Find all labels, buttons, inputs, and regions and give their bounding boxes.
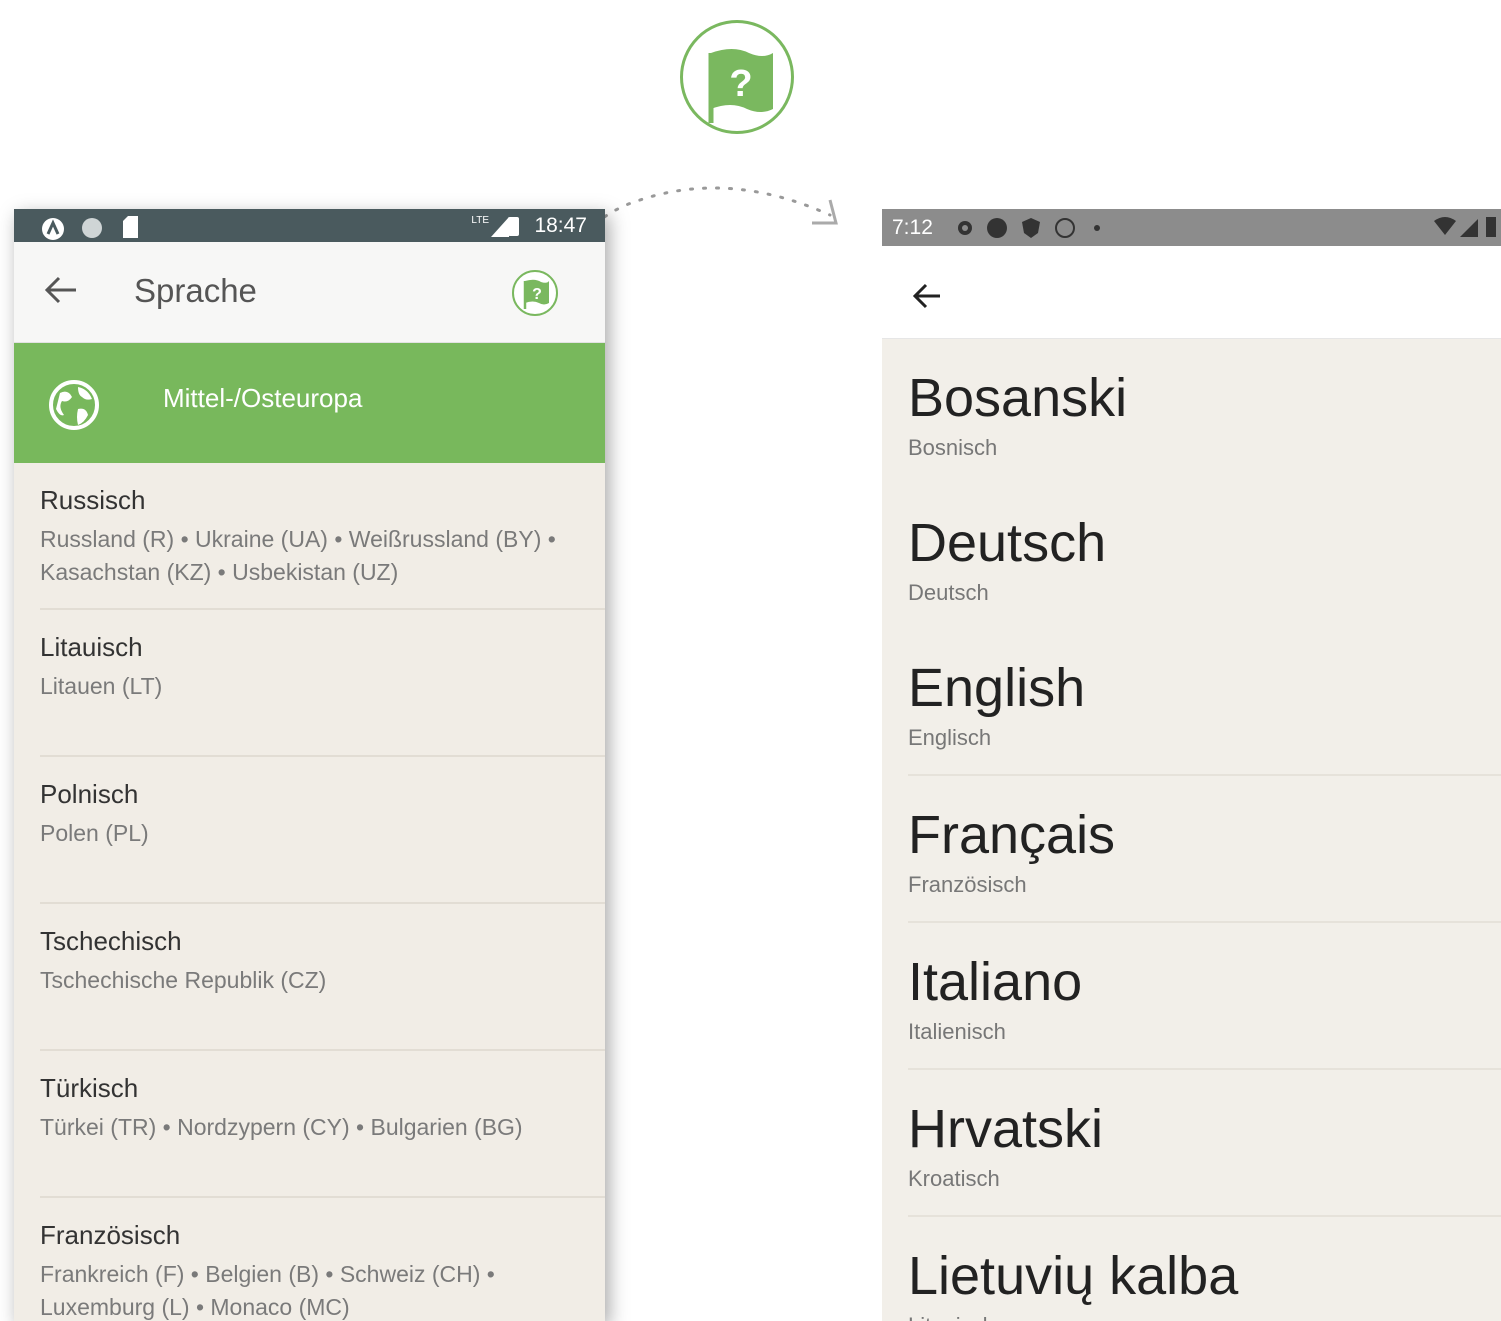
- battery-icon: [508, 217, 519, 236]
- language-item[interactable]: Russisch Russland (R) • Ukraine (UA) • W…: [40, 463, 605, 610]
- language-item[interactable]: Français Französisch: [908, 776, 1501, 923]
- status-bar: LTE 18:47: [14, 209, 605, 242]
- status-time: 18:47: [534, 214, 587, 237]
- language-item[interactable]: Polnisch Polen (PL): [40, 757, 605, 904]
- language-list: Bosanski Bosnisch Deutsch Deutsch Englis…: [882, 339, 1501, 1321]
- language-countries: Litauen (LT): [40, 673, 163, 699]
- language-name: Polnisch: [40, 779, 139, 809]
- language-countries: Polen (PL): [40, 820, 149, 846]
- flag-help-icon[interactable]: ?: [511, 269, 559, 317]
- battery-icon: [1486, 217, 1496, 237]
- shield-icon: [1022, 218, 1040, 238]
- back-arrow-icon[interactable]: [44, 275, 78, 305]
- language-item[interactable]: English Englisch: [908, 629, 1501, 776]
- language-german-name: Bosnisch: [908, 435, 998, 460]
- language-native-name: Lietuvių kalba: [908, 1246, 1239, 1306]
- language-countries: Frankreich (F) • Belgien (B) • Schweiz (…: [40, 1261, 495, 1320]
- language-name: Litauisch: [40, 632, 143, 662]
- language-name: Russisch: [40, 485, 146, 515]
- gear-icon: [958, 221, 972, 235]
- app-notification-icon: [987, 218, 1007, 238]
- region-header[interactable]: Mittel-/Osteuropa: [14, 343, 605, 463]
- language-german-name: Litauisch: [908, 1313, 995, 1321]
- language-list: Russisch Russland (R) • Ukraine (UA) • W…: [14, 463, 605, 1321]
- language-item[interactable]: Türkisch Türkei (TR) • Nordzypern (CY) •…: [40, 1051, 605, 1198]
- network-type: LTE: [471, 215, 489, 226]
- language-countries: Türkei (TR) • Nordzypern (CY) • Bulgarie…: [40, 1114, 523, 1140]
- region-label: Mittel-/Osteuropa: [163, 383, 363, 413]
- app-notification-icon: [42, 218, 64, 240]
- language-native-name: Français: [908, 805, 1116, 865]
- language-name: Tschechisch: [40, 926, 182, 956]
- language-native-name: Deutsch: [908, 513, 1107, 573]
- status-bar: 7:12: [882, 209, 1501, 246]
- flag-help-icon: ?: [708, 49, 773, 123]
- page-title: Sprache: [134, 272, 257, 309]
- status-time: 7:12: [892, 216, 933, 239]
- language-countries: Russland (R) • Ukraine (UA) • Weißrussla…: [40, 526, 556, 585]
- dot-icon: [1094, 225, 1100, 231]
- svg-text:?: ?: [729, 63, 752, 105]
- signal-icon: [491, 217, 509, 237]
- sd-card-icon: [123, 216, 138, 238]
- app-toolbar: Sprache ?: [14, 242, 605, 343]
- language-german-name: Italienisch: [908, 1019, 1006, 1044]
- language-name: Französisch: [40, 1220, 181, 1250]
- phone-screen-right: 7:12 Bosanski Bosnisch Deutsch Deutsch E…: [882, 209, 1501, 1321]
- language-native-name: Hrvatski: [908, 1099, 1104, 1159]
- language-german-name: Französisch: [908, 872, 1027, 897]
- sync-icon: [1055, 218, 1075, 238]
- language-item[interactable]: Französisch Frankreich (F) • Belgien (B)…: [40, 1198, 605, 1321]
- flag-help-badge: ?: [680, 20, 794, 134]
- language-item[interactable]: Italiano Italienisch: [908, 923, 1501, 1070]
- language-item[interactable]: Lietuvių kalba Litauisch: [908, 1217, 1501, 1321]
- language-item[interactable]: Bosanski Bosnisch: [908, 339, 1501, 484]
- language-name: Türkisch: [40, 1073, 139, 1103]
- language-item[interactable]: Tschechisch Tschechische Republik (CZ): [40, 904, 605, 1051]
- phone-screen-left: LTE 18:47 Sprache ? Mittel-/Osteuropa Ru…: [14, 209, 605, 1321]
- language-item[interactable]: Deutsch Deutsch: [908, 484, 1501, 629]
- language-item[interactable]: Hrvatski Kroatisch: [908, 1070, 1501, 1217]
- language-native-name: Bosanski: [908, 368, 1128, 428]
- language-native-name: English: [908, 658, 1086, 718]
- wifi-icon: [1434, 217, 1456, 235]
- globe-icon: [49, 380, 99, 430]
- language-countries: Tschechische Republik (CZ): [40, 967, 327, 993]
- app-toolbar: [882, 246, 1501, 339]
- svg-text:?: ?: [532, 286, 542, 303]
- signal-icon: [1460, 219, 1478, 237]
- language-german-name: Kroatisch: [908, 1166, 1000, 1191]
- language-item[interactable]: Litauisch Litauen (LT): [40, 610, 605, 757]
- language-german-name: Englisch: [908, 725, 992, 750]
- language-native-name: Italiano: [908, 952, 1083, 1012]
- record-icon: [82, 218, 102, 238]
- back-arrow-icon[interactable]: [912, 282, 942, 310]
- language-german-name: Deutsch: [908, 580, 989, 605]
